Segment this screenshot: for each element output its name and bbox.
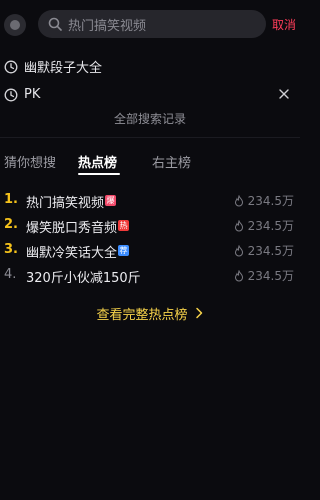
flame-icon bbox=[234, 269, 243, 281]
tab-hot[interactable]: 热点榜 bbox=[78, 152, 117, 171]
heat-value: 234.5万 bbox=[247, 194, 294, 208]
history-item[interactable]: 幽默段子大全 bbox=[0, 52, 300, 80]
search-input[interactable]: 热门搞笑视频 bbox=[38, 10, 266, 38]
all-history-link[interactable]: 全部搜索记录 bbox=[0, 108, 300, 130]
hot-list: 1. 热门搞笑视频 爆 234.5万 2. 爆笑脱口秀音频 热 234.5万 3… bbox=[0, 188, 300, 288]
list-item[interactable]: 2. 爆笑脱口秀音频 热 234.5万 bbox=[0, 213, 300, 238]
avatar-dot bbox=[10, 20, 20, 30]
item-title: 幽默冷笑话大全 bbox=[26, 246, 118, 261]
tab-ranking[interactable]: 右主榜 bbox=[152, 152, 191, 171]
rank-number: 2. bbox=[4, 217, 18, 232]
heat-value: 234.5万 bbox=[247, 244, 294, 258]
tab-active-indicator bbox=[78, 173, 120, 175]
cancel-button[interactable]: 取消 bbox=[272, 16, 296, 33]
delete-history-icon[interactable] bbox=[276, 86, 292, 102]
list-item[interactable]: 3. 幽默冷笑话大全 荐 234.5万 bbox=[0, 238, 300, 263]
rank-number: 3. bbox=[4, 242, 18, 257]
heat-count: 234.5万 bbox=[233, 217, 294, 234]
heat-value: 234.5万 bbox=[247, 219, 294, 233]
heat-count: 234.5万 bbox=[233, 192, 294, 209]
heat-count: 234.5万 bbox=[233, 267, 294, 284]
list-item[interactable]: 1. 热门搞笑视频 爆 234.5万 bbox=[0, 188, 300, 213]
flame-icon bbox=[234, 194, 243, 206]
clock-icon bbox=[4, 59, 18, 74]
heat-value: 234.5万 bbox=[247, 269, 294, 283]
tab-guess[interactable]: 猜你想搜 bbox=[4, 152, 56, 171]
item-title: 320斤小伙减150斤 bbox=[26, 271, 141, 286]
history-item-text: 幽默段子大全 bbox=[24, 60, 103, 76]
tab-bar: 猜你想搜 热点榜 右主榜 bbox=[0, 148, 300, 176]
search-icon bbox=[42, 10, 68, 38]
flame-icon bbox=[234, 244, 243, 256]
item-title: 爆笑脱口秀音频 bbox=[26, 221, 118, 236]
search-history: 幽默段子大全 PK bbox=[0, 52, 300, 108]
flame-icon bbox=[234, 219, 243, 231]
rank-number: 1. bbox=[4, 192, 18, 207]
burst-badge: 爆 bbox=[105, 195, 116, 206]
list-item[interactable]: 4. 320斤小伙减150斤 234.5万 bbox=[0, 263, 300, 288]
item-title: 热门搞笑视频 bbox=[26, 196, 105, 211]
recommend-badge: 荐 bbox=[118, 245, 129, 256]
search-placeholder: 热门搞笑视频 bbox=[68, 18, 147, 34]
clock-icon bbox=[4, 87, 18, 102]
history-item-text: PK bbox=[24, 86, 41, 102]
divider bbox=[0, 137, 300, 138]
heat-count: 234.5万 bbox=[233, 242, 294, 259]
hot-badge: 热 bbox=[118, 220, 129, 231]
history-item[interactable]: PK bbox=[0, 80, 300, 108]
top-bar: 热门搞笑视频 取消 bbox=[0, 0, 300, 48]
chevron-right-icon bbox=[195, 307, 202, 319]
view-full-hot-list-link[interactable]: 查看完整热点榜 bbox=[0, 302, 300, 324]
rank-number: 4. bbox=[4, 267, 17, 282]
more-label: 查看完整热点榜 bbox=[96, 307, 188, 323]
avatar-button[interactable] bbox=[4, 14, 26, 36]
